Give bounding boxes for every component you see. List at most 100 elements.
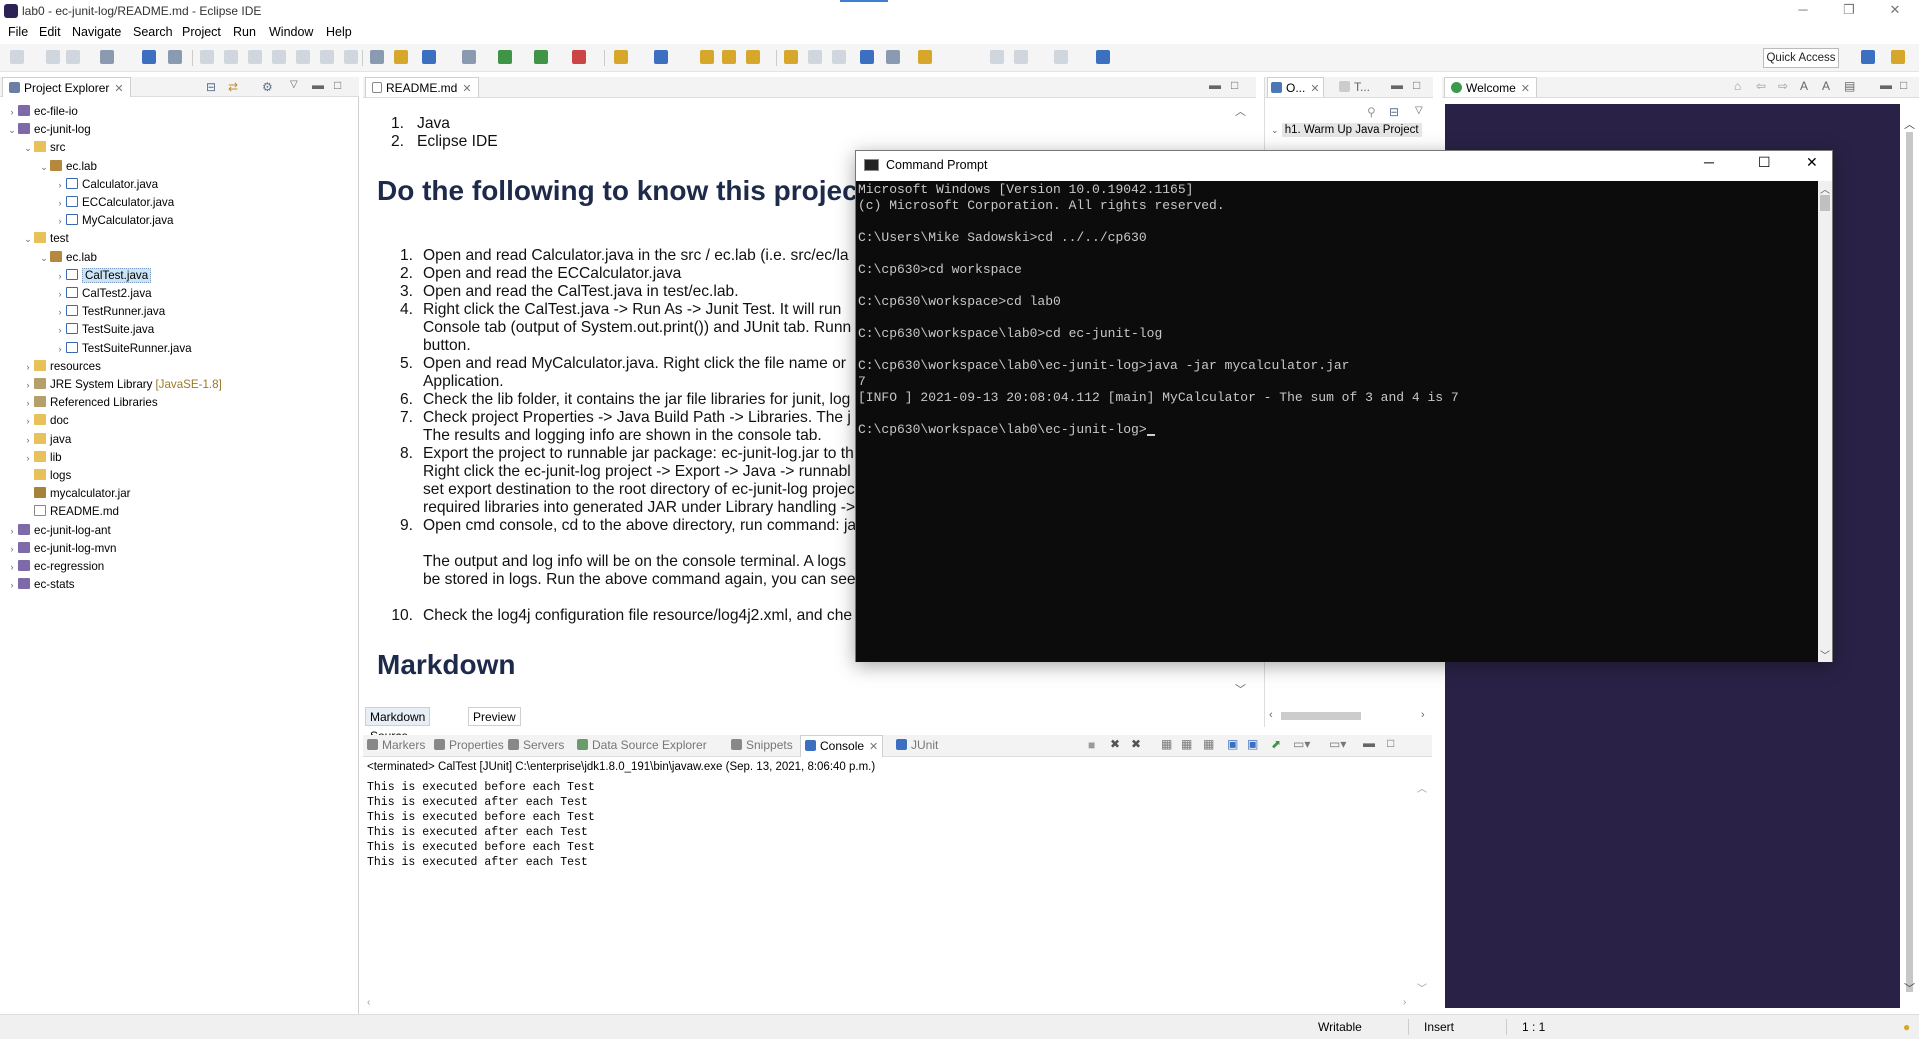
resume-icon[interactable] — [200, 50, 214, 64]
skip-breakpoints-icon[interactable] — [168, 50, 182, 64]
collapse-icon[interactable]: ⌄ — [38, 158, 50, 176]
tree-item[interactable]: › ECCalculator.java — [54, 194, 174, 212]
tree-item[interactable]: › JRE System Library [JavaSE-1.8] — [22, 376, 222, 394]
expand-icon[interactable]: › — [6, 522, 18, 540]
expand-icon[interactable]: › — [22, 376, 34, 394]
minimize-icon[interactable]: ▬ — [1880, 78, 1892, 92]
outline-hscroll[interactable]: ‹ › — [1265, 707, 1433, 725]
view-menu-icon[interactable]: ▽ — [1415, 105, 1423, 116]
tree-item[interactable]: › ec-file-io — [6, 103, 78, 121]
suspend-icon[interactable] — [224, 50, 238, 64]
reduce-icon[interactable]: A — [1822, 79, 1830, 93]
scroll-left-icon[interactable]: ‹ — [367, 997, 370, 1008]
quick-access-field[interactable]: Quick Access — [1763, 48, 1839, 68]
minimize-icon[interactable]: ▬ — [312, 78, 324, 92]
save-icon[interactable] — [46, 50, 60, 64]
step-into-icon[interactable] — [296, 50, 310, 64]
back-icon[interactable] — [990, 50, 1004, 64]
tab-properties[interactable]: Properties — [434, 738, 504, 752]
search-icon[interactable] — [746, 50, 760, 64]
tree-item[interactable]: › ec-regression — [6, 558, 104, 576]
tree-item[interactable]: › doc — [22, 412, 69, 430]
minimize-icon[interactable]: ▬ — [1363, 736, 1375, 750]
scroll-down-icon[interactable]: ﹀ — [1904, 980, 1915, 996]
magnify-icon[interactable]: A — [1800, 79, 1808, 93]
scroll-up-icon[interactable]: ︿ — [1904, 116, 1915, 132]
word-wrap-icon[interactable]: ▦ — [1203, 737, 1214, 751]
view-menu-icon[interactable]: ▽ — [290, 79, 298, 90]
clear-console-icon[interactable]: ▦ — [1161, 737, 1172, 751]
tab-servers[interactable]: Servers — [508, 738, 564, 752]
cmd-close-button[interactable]: ✕ — [1806, 154, 1818, 171]
menu-project[interactable]: Project — [182, 25, 221, 39]
scroll-down-icon[interactable]: ﹀ — [1235, 681, 1246, 697]
show-whitespace-icon[interactable] — [832, 50, 846, 64]
expand-icon[interactable]: › — [54, 176, 66, 194]
menu-search[interactable]: Search — [133, 25, 173, 39]
expand-icon[interactable]: › — [54, 321, 66, 339]
open-console-icon[interactable]: ▭▾ — [1329, 737, 1346, 751]
scroll-down-icon[interactable]: ﹀ — [1820, 647, 1830, 662]
tree-item[interactable]: › Referenced Libraries — [22, 394, 158, 412]
maximize-icon[interactable]: □ — [1900, 78, 1907, 92]
expand-icon[interactable]: › — [22, 394, 34, 412]
tree-item[interactable]: › lib — [22, 449, 62, 467]
link-with-editor-icon[interactable]: ⇄ — [228, 80, 238, 94]
show-on-stderr-icon[interactable]: ▣ — [1247, 737, 1258, 751]
tree-item[interactable]: README.md — [22, 503, 119, 521]
tab-preview[interactable]: Preview — [468, 707, 521, 726]
maximize-icon[interactable]: □ — [334, 78, 341, 92]
web-browser-icon[interactable] — [860, 50, 874, 64]
run-icon[interactable] — [498, 50, 512, 64]
tree-item[interactable]: ⌄ ec.lab — [38, 249, 97, 267]
cmd-title-bar[interactable]: Command Prompt ─ ☐ ✕ — [856, 151, 1832, 181]
collapse-icon[interactable]: ⌄ — [6, 121, 18, 139]
minimize-button[interactable]: ─ — [1780, 0, 1826, 22]
link-icon[interactable]: ⚲ — [1367, 105, 1376, 119]
home-icon[interactable]: ⌂ — [1734, 79, 1741, 93]
console-scrollbar[interactable]: ︿ ﹀ — [1415, 780, 1429, 995]
close-icon[interactable]: ✕ — [114, 83, 123, 95]
terminate-icon[interactable]: ■ — [1088, 738, 1095, 752]
menu-window[interactable]: Window — [269, 25, 313, 39]
save-all-icon[interactable] — [66, 50, 80, 64]
scroll-thumb[interactable] — [1820, 195, 1830, 211]
menu-edit[interactable]: Edit — [39, 25, 61, 39]
toggle-mark-occurrences-icon[interactable] — [784, 50, 798, 64]
collapse-icon[interactable]: ⌄ — [22, 139, 34, 157]
use-step-filters-icon[interactable] — [370, 50, 384, 64]
next-annotation-icon[interactable] — [886, 50, 900, 64]
expand-icon[interactable]: › — [22, 358, 34, 376]
new-java-project-icon[interactable] — [614, 50, 628, 64]
tree-item[interactable]: › TestSuite.java — [54, 321, 154, 339]
console-icon[interactable] — [142, 50, 156, 64]
open-perspective-icon[interactable] — [1861, 50, 1875, 64]
scroll-thumb[interactable] — [1281, 712, 1361, 720]
expand-icon[interactable]: › — [54, 285, 66, 303]
minimize-icon[interactable]: ▬ — [1391, 78, 1403, 92]
coverage-icon[interactable] — [534, 50, 548, 64]
expand-icon[interactable]: › — [6, 103, 18, 121]
pin-editor-icon[interactable] — [1096, 50, 1110, 64]
filter-icon[interactable]: ⚙ — [262, 80, 273, 94]
remove-all-icon[interactable]: ✖ — [1131, 737, 1141, 751]
expand-icon[interactable]: › — [54, 303, 66, 321]
collapse-icon[interactable]: ⌄ — [38, 249, 50, 267]
menu-run[interactable]: Run — [233, 25, 256, 39]
tab-project-explorer[interactable]: Project Explorer ✕ — [2, 77, 131, 97]
cmd-scrollbar[interactable]: ︿ ﹀ — [1818, 181, 1832, 662]
tab-markdown-source[interactable]: Markdown Source — [365, 707, 431, 743]
remove-launch-icon[interactable]: ✖ — [1110, 737, 1120, 751]
menu-help[interactable]: Help — [326, 25, 352, 39]
tree-item[interactable]: ⌄ ec.lab — [38, 158, 97, 176]
collapse-icon[interactable]: ⌄ — [22, 230, 34, 248]
display-console-icon[interactable]: ▭▾ — [1293, 737, 1310, 751]
tree-item[interactable]: ⌄ ec-junit-log — [6, 121, 91, 139]
minimize-icon[interactable]: ▬ — [1209, 78, 1221, 92]
scroll-down-icon[interactable]: ﹀ — [1417, 980, 1427, 995]
close-icon[interactable]: ✕ — [869, 741, 878, 753]
scroll-thumb[interactable] — [1906, 132, 1913, 992]
pin-console-icon[interactable]: ⬈ — [1271, 737, 1281, 751]
debug-config-icon[interactable] — [100, 50, 114, 64]
expand-icon[interactable]: › — [6, 576, 18, 594]
